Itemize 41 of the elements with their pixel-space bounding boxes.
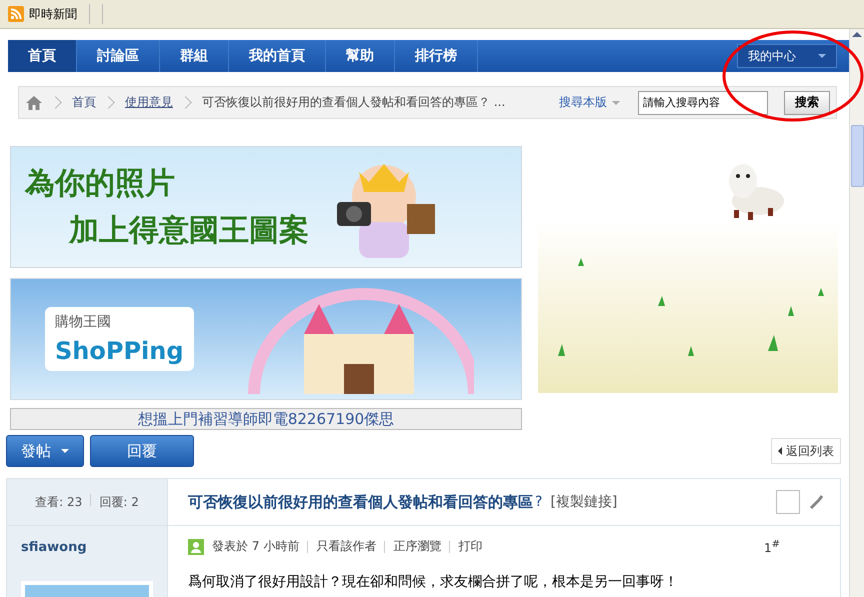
back-to-list-button[interactable]: 返回列表 bbox=[771, 438, 842, 464]
nav-tab[interactable]: 排行榜 bbox=[395, 40, 478, 72]
copy-link[interactable]: [複製鏈接] bbox=[550, 493, 618, 511]
nav-tab[interactable]: 幫助 bbox=[326, 40, 395, 72]
post-time: 發表於 7 小時前 bbox=[212, 538, 300, 555]
search-button[interactable]: 搜索 bbox=[784, 90, 830, 114]
nav-tab[interactable]: 首頁 bbox=[8, 40, 77, 72]
scrollbar[interactable] bbox=[849, 29, 864, 597]
thread-stat: 查看: 23 bbox=[35, 494, 82, 510]
thread-title: 可否恢復以前很好用的查看個人發帖和看回答的專區 bbox=[188, 492, 533, 512]
ad-banner[interactable]: 購物王國 ShoPPing bbox=[10, 278, 522, 400]
banner-text: 為你的照片 bbox=[25, 165, 176, 203]
nav-tab[interactable]: 群組 bbox=[160, 40, 229, 72]
toolbar-grip bbox=[89, 4, 103, 24]
banner-text: 加上得意國王圖案 bbox=[68, 212, 309, 250]
ad-text-link[interactable]: 想搵上門補習導師即電82267190傑思 bbox=[10, 408, 522, 430]
thread-stat: 回覆: 2 bbox=[99, 494, 139, 510]
floor-number: 1$^{#}$ bbox=[764, 538, 780, 554]
search-scope-dropdown[interactable]: 搜尋本版 bbox=[559, 94, 620, 111]
post-action-link[interactable]: 只看該作者 bbox=[316, 538, 376, 555]
user-icon bbox=[188, 538, 204, 554]
rss-icon bbox=[8, 6, 24, 22]
home-icon[interactable] bbox=[25, 94, 43, 110]
new-post-button[interactable]: 發帖 bbox=[6, 435, 84, 467]
banner-text: 購物王國 bbox=[55, 313, 112, 331]
checkbox[interactable] bbox=[776, 490, 800, 514]
ad-banner[interactable]: 為你的照片 加上得意國王圖案 bbox=[10, 146, 522, 268]
nav-tab[interactable]: 討論區 bbox=[77, 40, 160, 72]
post-body: 爲何取消了很好用設計？現在卻和問候，求友欄合拼了呢，根本是另一回事呀！ bbox=[187, 573, 679, 592]
breadcrumb-link[interactable]: 首頁 bbox=[72, 94, 96, 111]
breadcrumb-current: 可否恢復以前很好用的查看個人發帖和看回答的專區？ ... bbox=[202, 94, 506, 111]
reply-button[interactable]: 回覆 bbox=[90, 435, 194, 467]
post-action-link[interactable]: 正序瀏覽 bbox=[393, 538, 442, 555]
nav-tab[interactable]: 我的首頁 bbox=[229, 40, 326, 72]
search-field[interactable]: 請輸入搜尋內容 bbox=[638, 90, 768, 114]
feed-link[interactable]: 即時新聞 bbox=[29, 6, 77, 22]
title-mark: ? bbox=[535, 494, 542, 510]
post-action-link[interactable]: 打印 bbox=[458, 538, 482, 555]
user-menu-dropdown[interactable]: 我的中心 bbox=[737, 44, 838, 68]
breadcrumb-link[interactable]: 使用意見 bbox=[125, 94, 173, 111]
banner-text: ShoPPing bbox=[55, 337, 184, 365]
